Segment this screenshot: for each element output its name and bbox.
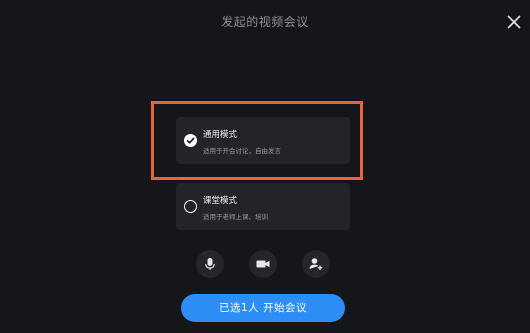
close-icon[interactable] [503, 11, 525, 33]
mode-option-classroom[interactable]: 课堂模式 适用于老师上课、培训 [176, 183, 350, 230]
microphone-button[interactable] [196, 250, 224, 278]
radio-unchecked-icon[interactable] [184, 200, 197, 213]
window-title: 发起的视频会议 [221, 15, 309, 29]
add-participant-button[interactable] [302, 250, 330, 278]
camera-button[interactable] [249, 250, 277, 278]
microphone-icon [205, 258, 215, 270]
annotation-highlight-box [151, 101, 363, 180]
start-meeting-button[interactable]: 已选1人 开始会议 [181, 294, 345, 322]
mode-title: 课堂模式 [203, 196, 238, 206]
camera-icon [256, 260, 270, 268]
add-participant-icon [309, 258, 323, 270]
close-button[interactable] [503, 11, 525, 33]
mode-description: 适用于老师上课、培训 [203, 213, 268, 221]
